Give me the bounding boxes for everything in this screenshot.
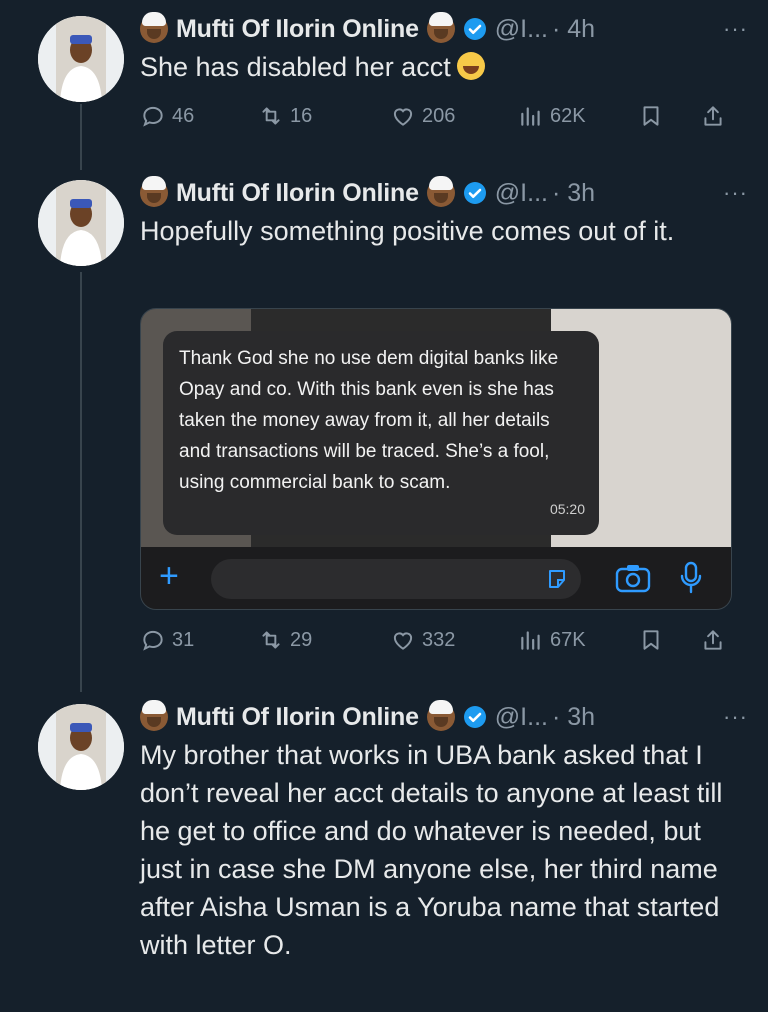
more-icon[interactable]: ···	[723, 16, 748, 42]
more-icon[interactable]: ···	[723, 704, 748, 730]
tweet-text: My brother that works in UBA bank asked …	[140, 740, 723, 960]
share-icon	[704, 106, 722, 126]
timestamp[interactable]: · 4h	[552, 15, 595, 44]
bookmark-icon	[643, 630, 659, 650]
reply-count: 46	[172, 104, 195, 127]
like-button[interactable]: 206	[390, 96, 455, 136]
retweet-button[interactable]: 16	[258, 96, 312, 136]
chat-message-time: 05:20	[549, 501, 585, 517]
chat-input-field	[211, 559, 581, 599]
retweet-icon	[262, 631, 280, 649]
verified-icon	[463, 182, 486, 204]
avatar[interactable]	[38, 704, 124, 790]
reply-icon	[143, 630, 163, 651]
display-name[interactable]: Mufti Of Ilorin Online	[176, 15, 419, 44]
handle[interactable]: @I...	[495, 15, 548, 44]
action-bar: 46 16 206 62K	[140, 96, 748, 136]
retweet-count: 29	[290, 628, 313, 651]
like-count: 332	[422, 628, 456, 651]
like-icon	[393, 108, 413, 126]
views-icon	[521, 631, 540, 650]
bookmark-button[interactable]	[638, 620, 664, 660]
display-name[interactable]: Mufti Of Ilorin Online	[176, 703, 419, 732]
sticker-icon	[549, 570, 565, 588]
bookmark-button[interactable]	[638, 96, 664, 136]
camera-icon	[615, 565, 651, 593]
verified-icon	[463, 18, 486, 40]
views-count: 62K	[550, 104, 586, 127]
like-count: 206	[422, 104, 456, 127]
tweet-text: Hopefully something positive comes out o…	[140, 216, 675, 246]
share-button[interactable]	[700, 96, 726, 136]
bookmark-icon	[643, 106, 659, 126]
reply-button[interactable]: 46	[140, 96, 194, 136]
reply-count: 31	[172, 628, 195, 651]
share-icon	[704, 630, 722, 650]
tweet-header: Mufti Of Ilorin Online @I... · 4h ···	[140, 12, 748, 46]
like-button[interactable]: 332	[390, 620, 455, 660]
plus-icon: +	[159, 557, 179, 595]
tweet[interactable]: Mufti Of Ilorin Online @I... · 3h ··· Ho…	[0, 176, 768, 676]
timestamp[interactable]: · 3h	[552, 179, 595, 208]
laughing-emoji-icon	[456, 52, 485, 80]
views-button[interactable]: 67K	[518, 620, 586, 660]
tweet-media-image[interactable]: Thank God she no use dem digital banks l…	[140, 308, 732, 610]
tweet[interactable]: Mufti Of Ilorin Online @I... · 3h ··· My…	[0, 700, 768, 1012]
chat-input-bar: +	[141, 547, 731, 609]
verified-icon	[463, 706, 486, 728]
reply-button[interactable]: 31	[140, 620, 194, 660]
tweet-header: Mufti Of Ilorin Online @I... · 3h ···	[140, 176, 748, 210]
display-name[interactable]: Mufti Of Ilorin Online	[176, 179, 419, 208]
turban-emoji-icon	[426, 176, 455, 207]
retweet-button[interactable]: 29	[258, 620, 312, 660]
retweet-icon	[262, 107, 280, 125]
handle[interactable]: @I...	[495, 703, 548, 732]
microphone-icon	[680, 561, 702, 594]
avatar[interactable]	[38, 16, 124, 102]
tweet-header: Mufti Of Ilorin Online @I... · 3h ···	[140, 700, 748, 734]
timestamp[interactable]: · 3h	[552, 703, 595, 732]
handle[interactable]: @I...	[495, 179, 548, 208]
chat-message-text: Thank God she no use dem digital banks l…	[179, 348, 559, 493]
reply-icon	[143, 106, 163, 127]
more-icon[interactable]: ···	[723, 180, 748, 206]
retweet-count: 16	[290, 104, 313, 127]
turban-emoji-icon	[426, 12, 455, 43]
avatar[interactable]	[38, 180, 124, 266]
views-icon	[521, 107, 540, 126]
turban-emoji-icon	[140, 700, 168, 731]
share-button[interactable]	[700, 620, 726, 660]
turban-emoji-icon	[140, 12, 168, 43]
turban-emoji-icon	[140, 176, 168, 207]
tweet-text-body: She has disabled her acct	[140, 52, 451, 82]
action-bar: 31 29 332 67K	[140, 620, 748, 660]
views-count: 67K	[550, 628, 586, 651]
tweet[interactable]: Mufti Of Ilorin Online @I... · 4h ··· Sh…	[0, 12, 768, 142]
views-button[interactable]: 62K	[518, 96, 586, 136]
chat-message-bubble: Thank God she no use dem digital banks l…	[163, 331, 599, 535]
like-icon	[393, 632, 413, 650]
tweet-text: She has disabled her acct	[140, 48, 748, 86]
turban-emoji-icon	[426, 700, 455, 731]
